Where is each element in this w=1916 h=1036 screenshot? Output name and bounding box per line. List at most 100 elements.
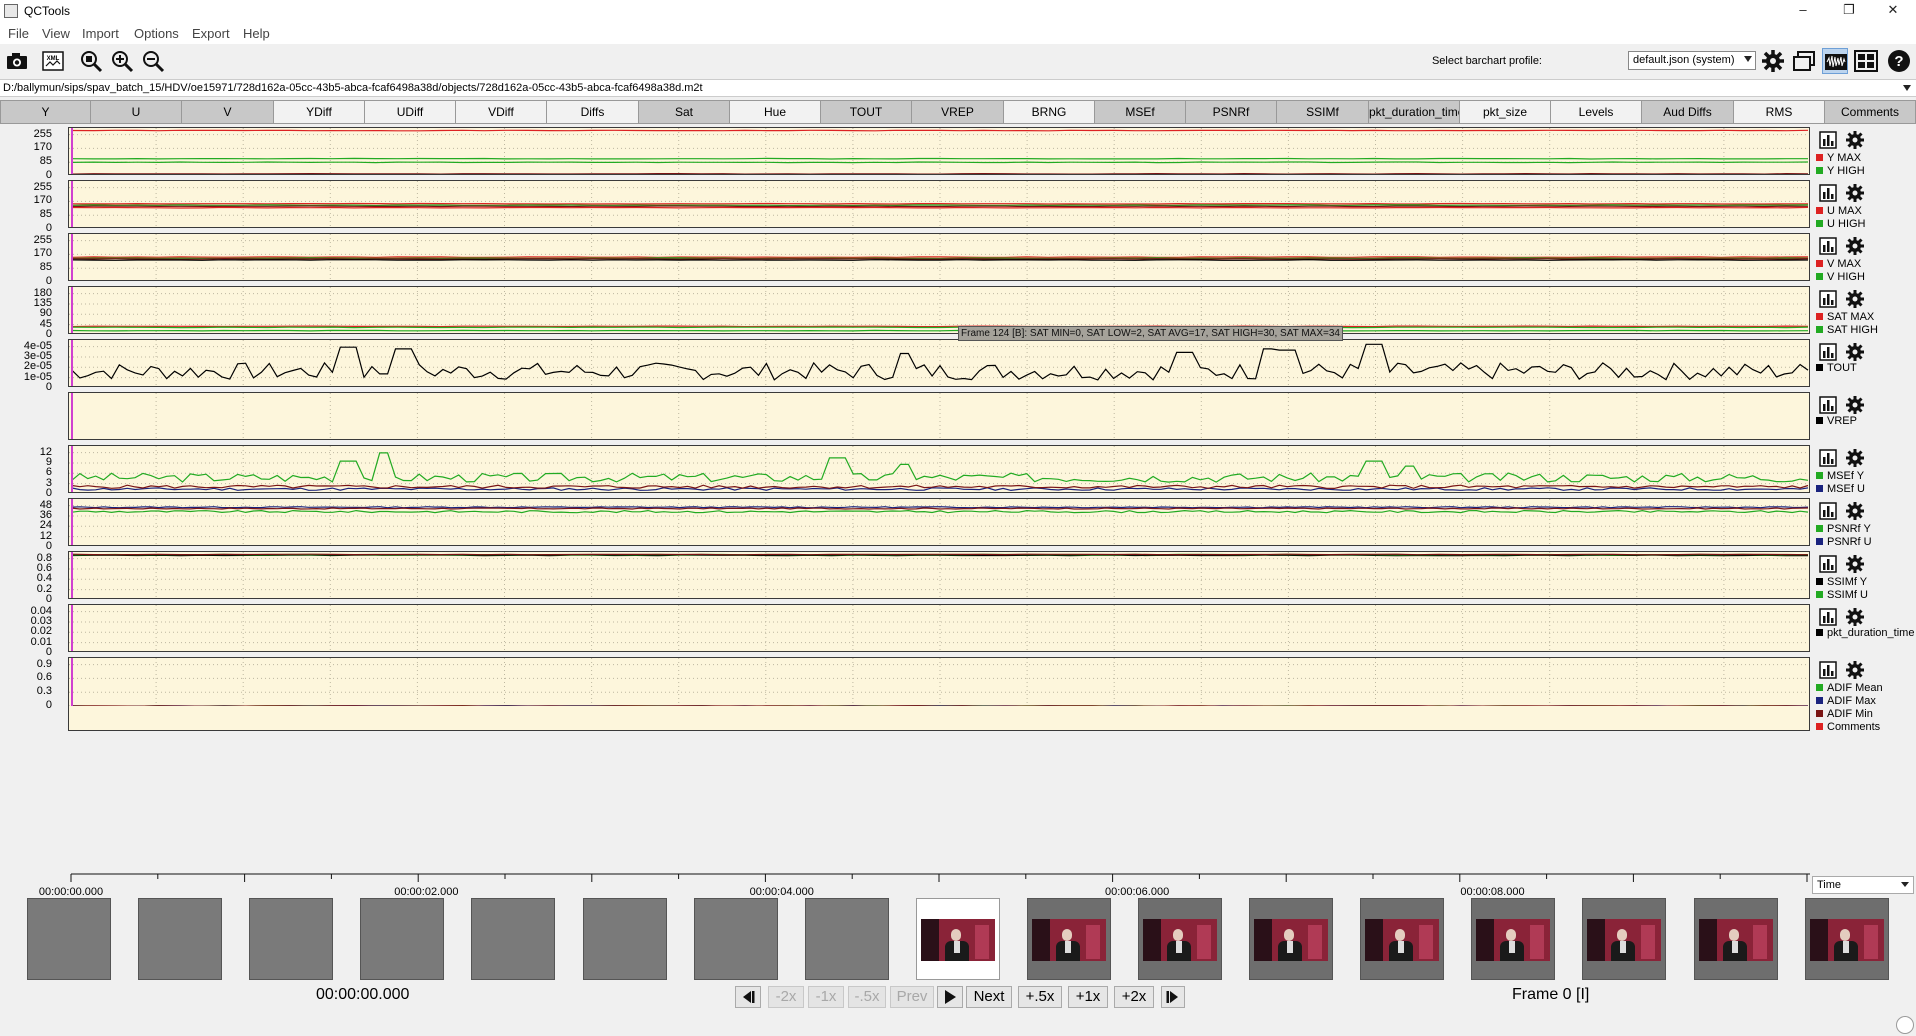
gear-icon[interactable] [1844,341,1866,363]
frame-thumbnail[interactable] [1471,898,1555,980]
plot-area[interactable] [68,286,1810,334]
menu-help[interactable]: Help [243,26,270,41]
tab-y[interactable]: Y [0,100,91,124]
resize-grip[interactable] [1896,1016,1914,1034]
zoom-fit-icon[interactable] [78,48,104,74]
tab-pkt-duration-time[interactable]: pkt_duration_time [1369,100,1460,124]
profile-select[interactable]: default.json (system) [1628,51,1756,70]
tab-psnrf[interactable]: PSNRf [1186,100,1277,124]
camera-icon[interactable] [4,48,30,74]
plot-area[interactable] [68,127,1810,175]
speed-minus-2x-button[interactable]: -2x [768,986,804,1008]
barchart-icon[interactable] [1817,394,1839,416]
barchart-icon[interactable] [1817,129,1839,151]
menu-import[interactable]: Import [82,26,119,41]
barchart-icon[interactable] [1817,659,1839,681]
tab-brng[interactable]: BRNG [1004,100,1095,124]
menu-export[interactable]: Export [192,26,230,41]
frame-thumbnail[interactable] [138,898,222,980]
frame-thumbnail[interactable] [360,898,444,980]
tab-pkt-size[interactable]: pkt_size [1460,100,1551,124]
panel-icon[interactable] [1853,48,1879,74]
windows-icon[interactable] [1791,48,1817,74]
barchart-icon[interactable] [1817,182,1839,204]
tab-msef[interactable]: MSEf [1095,100,1186,124]
tab-ydiff[interactable]: YDiff [274,100,365,124]
menu-view[interactable]: View [42,26,70,41]
tab-levels[interactable]: Levels [1551,100,1642,124]
minimize-button[interactable]: – [1780,0,1826,22]
plot-area[interactable] [68,498,1810,546]
barchart-icon[interactable] [1817,341,1839,363]
plot-area[interactable] [68,392,1810,440]
frame-thumbnail[interactable] [1582,898,1666,980]
tab-rms[interactable]: RMS [1734,100,1825,124]
frame-thumbnail[interactable] [27,898,111,980]
speed-plus-1x-button[interactable]: +1x [1068,986,1108,1008]
frame-thumbnail[interactable] [1360,898,1444,980]
barchart-icon[interactable] [1817,447,1839,469]
frame-thumbnail[interactable] [694,898,778,980]
zoom-out-icon[interactable] [140,48,166,74]
plot-area[interactable] [68,657,1810,731]
plot-area[interactable] [68,604,1810,652]
tab-vdiff[interactable]: VDiff [456,100,547,124]
gear-icon[interactable] [1844,606,1866,628]
gear-icon[interactable] [1844,553,1866,575]
tab-v[interactable]: V [182,100,274,124]
gear-icon[interactable] [1844,235,1866,257]
frame-thumbnail[interactable] [1694,898,1778,980]
speed-minus-1x-button[interactable]: -1x [808,986,844,1008]
gear-icon[interactable] [1844,659,1866,681]
tab-tout[interactable]: TOUT [821,100,912,124]
plot-area[interactable] [68,339,1810,387]
gear-icon[interactable] [1844,288,1866,310]
barchart-icon[interactable] [1817,500,1839,522]
frame-thumbnail[interactable] [1138,898,1222,980]
gear-icon[interactable] [1844,394,1866,416]
frame-thumbnail[interactable] [583,898,667,980]
prev-button[interactable]: Prev [890,986,934,1008]
restore-button[interactable]: ❐ [1826,0,1872,22]
play-button[interactable] [937,986,963,1008]
help-icon[interactable]: ? [1886,48,1912,74]
time-mode-select[interactable]: Time [1812,876,1914,894]
plot-area[interactable] [68,551,1810,599]
speed-plus-2x-button[interactable]: +2x [1114,986,1154,1008]
next-button[interactable]: Next [966,986,1012,1008]
plot-area[interactable] [68,445,1810,493]
plot-area[interactable] [68,233,1810,281]
barchart-icon[interactable] [1817,235,1839,257]
tab-vrep[interactable]: VREP [912,100,1004,124]
tab-sat[interactable]: Sat [639,100,730,124]
tab-udiff[interactable]: UDiff [365,100,456,124]
gear-icon[interactable] [1844,182,1866,204]
plot-area[interactable] [68,180,1810,228]
tab-aud-diffs[interactable]: Aud Diffs [1642,100,1734,124]
tab-hue[interactable]: Hue [730,100,821,124]
gear-icon[interactable] [1844,129,1866,151]
waveform-icon[interactable] [1822,48,1848,74]
gear-icon[interactable] [1844,500,1866,522]
file-path-bar[interactable]: D:/ballymun/sips/spav_batch_15/HDV/oe159… [0,79,1916,97]
step-back-button[interactable] [735,986,761,1008]
speed-minus-half-button[interactable]: -.5x [848,986,886,1008]
frame-thumbnail[interactable] [471,898,555,980]
step-forward-button[interactable] [1161,986,1185,1008]
gear-icon[interactable] [1760,48,1786,74]
close-button[interactable]: ✕ [1870,0,1916,22]
tab-comments[interactable]: Comments [1825,100,1916,124]
xml-import-icon[interactable]: XML [40,48,66,74]
gear-icon[interactable] [1844,447,1866,469]
tab-diffs[interactable]: Diffs [547,100,639,124]
menu-file[interactable]: File [8,26,29,41]
frame-thumbnail[interactable] [1805,898,1889,980]
barchart-icon[interactable] [1817,288,1839,310]
frame-thumbnail[interactable] [1027,898,1111,980]
frame-thumbnail[interactable] [916,898,1000,980]
barchart-icon[interactable] [1817,606,1839,628]
frame-thumbnail[interactable] [805,898,889,980]
frame-thumbnail[interactable] [249,898,333,980]
tab-ssimf[interactable]: SSIMf [1277,100,1369,124]
menu-options[interactable]: Options [134,26,179,41]
